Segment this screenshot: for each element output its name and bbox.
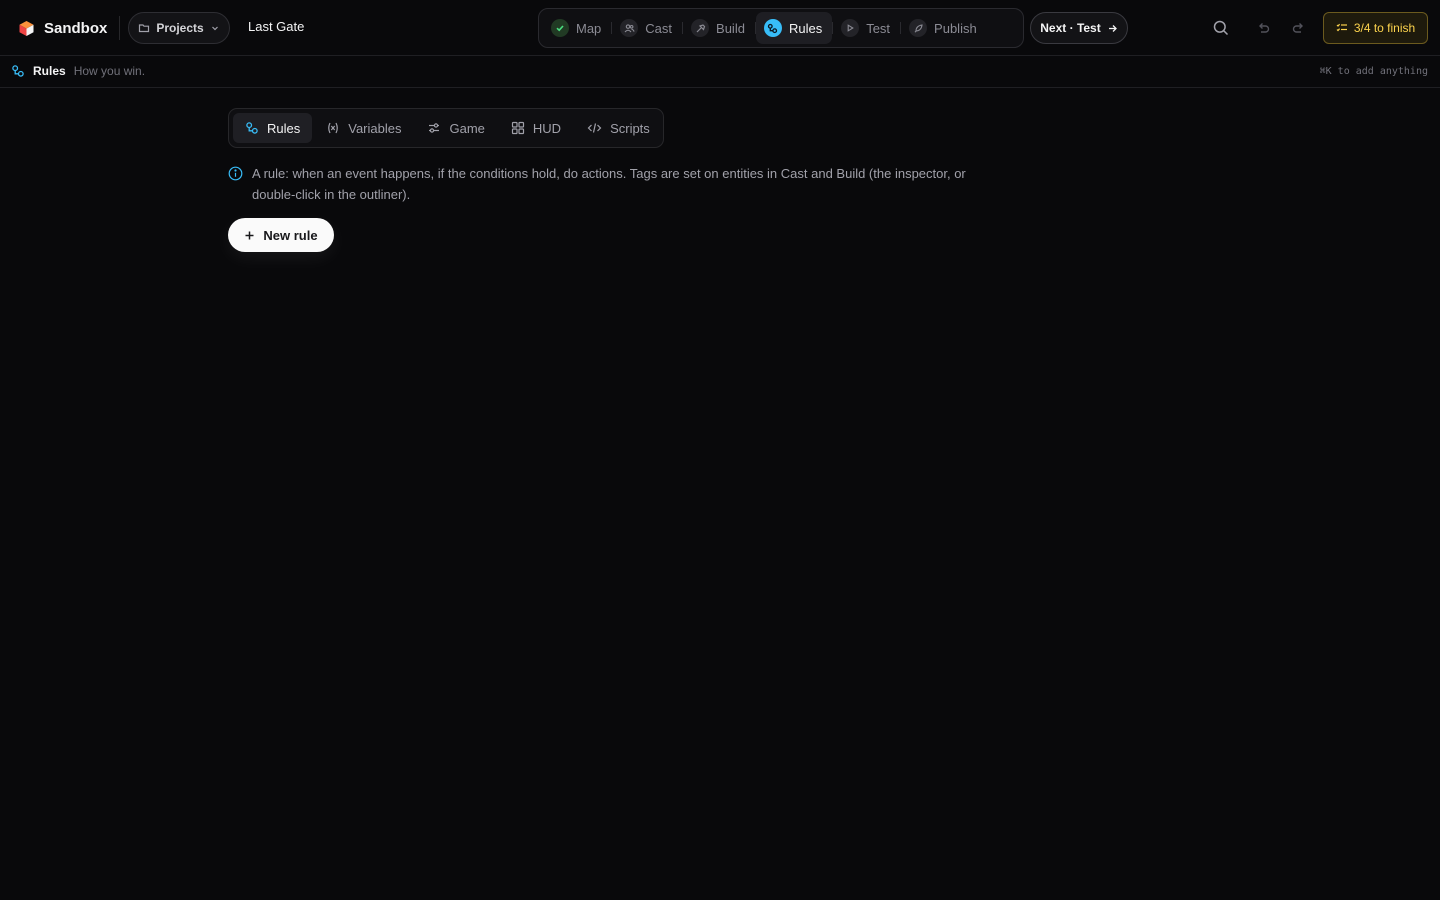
tab-scripts[interactable]: Scripts — [575, 113, 662, 143]
projects-label: Projects — [156, 21, 204, 35]
tab-label: Rules — [267, 120, 301, 136]
variables-icon — [328, 122, 339, 134]
section-title-group: Rules How you win. — [11, 64, 145, 78]
finish-label: 3/4 to finish — [1353, 21, 1416, 35]
section-title: Rules — [33, 64, 66, 78]
sliders-icon — [429, 123, 440, 133]
step-rules[interactable]: Rules — [755, 12, 833, 44]
rocket-icon — [909, 19, 928, 37]
hammer-icon — [691, 19, 710, 37]
tab-hud[interactable]: HUD — [499, 113, 573, 143]
rules-icon — [763, 19, 782, 37]
search-button[interactable] — [1210, 17, 1232, 39]
tab-variables[interactable]: Variables — [314, 113, 413, 143]
chevron-down-icon — [211, 26, 218, 31]
divider — [119, 16, 120, 40]
folder-icon — [139, 24, 150, 33]
undo-button[interactable] — [1252, 17, 1274, 39]
section-header: Rules How you win. ⌘K to add anything — [0, 57, 1440, 88]
users-icon — [620, 19, 639, 37]
code-icon — [587, 123, 602, 133]
new-rule-button[interactable]: New rule — [228, 218, 334, 252]
step-cast[interactable]: Cast — [612, 12, 682, 44]
workflow-stepper: Map Cast Build Rules Test Publish — [538, 8, 1024, 48]
rules-icon — [246, 122, 258, 134]
plus-icon — [245, 231, 254, 239]
section-description: How you win. — [73, 64, 146, 78]
grid-icon — [511, 121, 524, 135]
check-icon — [551, 19, 569, 37]
step-label: Cast — [645, 20, 673, 36]
info-text: A rule: when an event happens, if the co… — [252, 166, 966, 202]
tab-label: HUD — [532, 120, 562, 136]
rules-icon — [12, 65, 24, 77]
next-step-label: Next · Test — [1040, 21, 1101, 35]
tab-label: Scripts — [610, 120, 650, 136]
app-name: Sandbox — [44, 19, 108, 37]
tab-rules[interactable]: Rules — [233, 113, 313, 143]
next-step-button[interactable]: Next · Test — [1030, 12, 1128, 44]
step-map[interactable]: Map — [543, 12, 611, 44]
step-label: Rules — [788, 20, 823, 36]
undo-icon — [1259, 23, 1270, 33]
arrow-right-icon — [1108, 24, 1117, 32]
tab-label: Variables — [348, 120, 402, 136]
tab-game[interactable]: Game — [415, 113, 496, 143]
step-label: Map — [576, 20, 602, 36]
project-name[interactable]: Last Gate — [248, 19, 304, 34]
step-publish[interactable]: Publish — [901, 12, 987, 44]
rules-info: A rule: when an event happens, if the co… — [228, 163, 998, 205]
brand[interactable]: Sandbox — [18, 17, 107, 39]
step-build[interactable]: Build — [683, 12, 755, 44]
info-icon — [228, 166, 243, 181]
step-label: Test — [866, 20, 891, 36]
checklist-icon — [1336, 23, 1347, 32]
projects-button[interactable]: Projects — [128, 12, 230, 44]
tab-label: Game — [449, 120, 485, 136]
finish-checklist-button[interactable]: 3/4 to finish — [1323, 12, 1428, 44]
redo-button[interactable] — [1288, 17, 1310, 39]
step-test[interactable]: Test — [833, 12, 900, 44]
cube-logo-icon — [19, 20, 34, 36]
command-hint: ⌘K to add anything — [1319, 66, 1428, 77]
rules-tabs: Rules Variables Game HUD Scripts — [228, 108, 664, 148]
play-icon — [841, 19, 860, 37]
step-label: Publish — [934, 20, 977, 36]
search-icon — [1213, 20, 1229, 36]
top-bar: Sandbox Projects Last Gate Map Cast Buil… — [0, 0, 1440, 56]
step-label: Build — [716, 20, 745, 36]
new-rule-label: New rule — [263, 227, 318, 243]
redo-icon — [1292, 23, 1303, 33]
